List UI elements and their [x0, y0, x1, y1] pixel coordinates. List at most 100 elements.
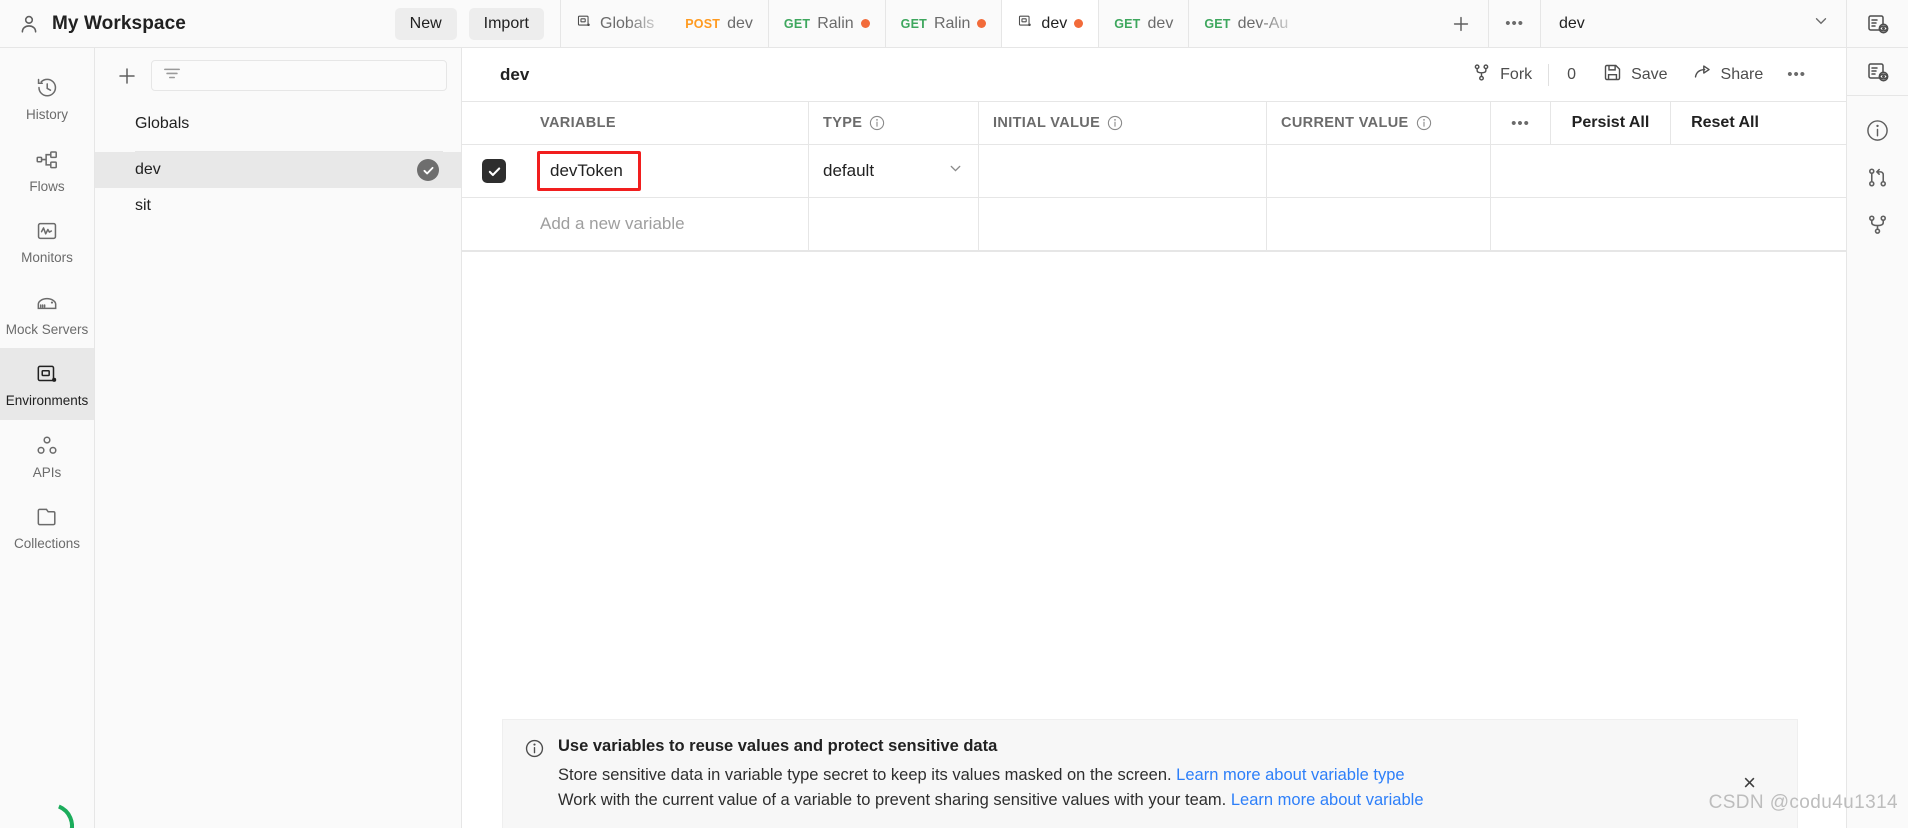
info-icon[interactable]	[1416, 115, 1432, 131]
tab-dev[interactable]: dev	[1002, 0, 1100, 47]
info-icon[interactable]	[1107, 115, 1123, 131]
new-variable-cell[interactable]: Add a new variable	[526, 198, 809, 250]
share-label: Share	[1720, 65, 1764, 83]
info-banner-body: Use variables to reuse values and protec…	[558, 737, 1424, 814]
plus-icon[interactable]	[113, 62, 141, 90]
new-row-type-cell[interactable]	[809, 198, 979, 250]
row-select-cell	[462, 145, 526, 197]
environments-panel-header	[95, 48, 461, 101]
row-current-value-cell[interactable]	[1267, 145, 1491, 197]
environment-list: dev sit	[95, 152, 461, 224]
sidebar-item-environments[interactable]: Environments	[0, 348, 94, 420]
env-list-item-globals[interactable]: Globals	[95, 106, 461, 142]
learn-more-variable-link[interactable]: Learn more about variable	[1231, 791, 1424, 809]
new-tab-button[interactable]	[1434, 0, 1490, 47]
watermark-close-icon[interactable]: ×	[1743, 772, 1756, 794]
row-initial-value-cell[interactable]	[979, 145, 1267, 197]
fork-count[interactable]: 0	[1553, 66, 1590, 84]
postman-app: My Workspace New Import Globals POST dev GE…	[0, 0, 1908, 828]
share-button[interactable]: Share	[1680, 56, 1776, 94]
tab-label: Ralin	[817, 14, 854, 32]
env-list-item-dev[interactable]: dev	[95, 152, 461, 188]
info-banner-line-2-text: Work with the current value of a variabl…	[558, 791, 1227, 810]
main-header: dev Fork 0 Save Share •••	[462, 48, 1846, 101]
row-type-cell[interactable]: default	[809, 145, 979, 197]
unsaved-indicator-dot	[860, 19, 870, 28]
right-rail	[1846, 48, 1908, 828]
environment-icon	[1017, 13, 1034, 35]
active-environment-check-icon[interactable]	[417, 159, 439, 181]
sidebar-item-label: Flows	[29, 178, 65, 194]
new-button[interactable]: New	[394, 7, 457, 40]
fork-icon[interactable]	[1865, 190, 1890, 237]
environment-selector[interactable]: dev	[1541, 0, 1846, 47]
tab-method: GET	[900, 16, 927, 31]
body: History Flows Monitors Mock Servers Environm…	[0, 48, 1908, 828]
header-cell-initial-value: INITIAL VALUE	[979, 102, 1267, 144]
learn-more-variable-type-link[interactable]: Learn more about variable type	[1176, 766, 1404, 784]
tab-dev[interactable]: POST dev	[670, 0, 769, 47]
pull-request-icon[interactable]	[1865, 143, 1890, 190]
tab-ralin[interactable]: GET Ralin	[769, 0, 886, 47]
sidebar-item-history[interactable]: History	[0, 62, 94, 134]
variables-table: VARIABLE TYPE INITIAL VALUE CURRENT VALU…	[462, 101, 1846, 252]
environment-icon	[576, 13, 593, 35]
user-icon	[18, 13, 40, 35]
info-banner: Use variables to reuse values and protec…	[502, 718, 1798, 828]
variable-type-value: default	[823, 161, 875, 180]
new-row-initial-cell[interactable]	[979, 198, 1267, 250]
fork-label: Fork	[1500, 65, 1533, 83]
import-button[interactable]: Import	[468, 7, 544, 40]
header-cell-current-value: CURRENT VALUE	[1267, 102, 1491, 144]
header-cell-type: TYPE	[809, 102, 979, 144]
runner-preview-icon[interactable]	[1846, 0, 1908, 47]
table-row: default	[462, 145, 1846, 198]
new-row-select-cell	[462, 198, 526, 250]
monitors-icon	[34, 218, 60, 244]
fork-button[interactable]: Fork	[1459, 56, 1544, 94]
info-icon[interactable]	[869, 115, 885, 131]
env-globals-label: Globals	[135, 115, 190, 132]
sidebar-item-flows[interactable]: Flows	[0, 134, 94, 206]
sidebar-item-collections[interactable]: Collections	[0, 491, 94, 563]
header-label-variable: VARIABLE	[540, 115, 616, 131]
tab-dev-au[interactable]: GET dev-Au	[1189, 0, 1305, 47]
variable-name-input[interactable]	[537, 151, 641, 191]
row-checkbox[interactable]	[482, 159, 506, 183]
header-label-initial-value: INITIAL VALUE	[993, 115, 1123, 131]
new-row-current-cell[interactable]	[1267, 198, 1491, 250]
header-cell-more[interactable]: •••	[1491, 102, 1551, 144]
info-icon	[525, 739, 544, 814]
collections-icon	[34, 504, 60, 530]
tab-method: GET	[1204, 16, 1231, 31]
workspace-title: My Workspace	[52, 12, 186, 34]
tab-method: POST	[685, 16, 721, 31]
console-preview-icon[interactable]	[1847, 48, 1908, 96]
top-bar: My Workspace New Import Globals POST dev GE…	[0, 0, 1908, 48]
tab-ralin[interactable]: GET Ralin	[886, 0, 1003, 47]
main-more-button[interactable]: •••	[1775, 60, 1818, 89]
reset-all-button[interactable]: Reset All	[1671, 102, 1779, 144]
tab-more-button[interactable]: •••	[1489, 0, 1541, 47]
divider	[1548, 63, 1550, 86]
sidebar-item-monitors[interactable]: Monitors	[0, 205, 94, 277]
persist-all-button[interactable]: Persist All	[1551, 102, 1671, 144]
sidebar-item-mock-servers[interactable]: Mock Servers	[0, 277, 94, 349]
postman-logo	[27, 802, 74, 828]
info-circle-icon[interactable]	[1865, 96, 1890, 143]
sidebar-item-label: Collections	[13, 536, 81, 551]
sidebar-item-label: History	[25, 107, 68, 122]
sidebar-item-label: Mock Servers	[5, 321, 89, 337]
env-list-item-sit[interactable]: sit	[95, 188, 461, 224]
environments-icon	[34, 361, 60, 387]
apis-icon	[34, 433, 60, 459]
filter-input[interactable]	[151, 60, 447, 91]
tab-label: dev	[1147, 14, 1174, 32]
sidebar-item-apis[interactable]: APIs	[0, 420, 94, 492]
table-more-icon: •••	[1511, 114, 1530, 132]
unsaved-indicator-dot	[977, 19, 987, 28]
tab-dev[interactable]: GET dev	[1099, 0, 1190, 47]
save-button[interactable]: Save	[1590, 56, 1679, 94]
new-variable-placeholder: Add a new variable	[540, 214, 685, 233]
tab-globals[interactable]: Globals	[560, 0, 671, 47]
